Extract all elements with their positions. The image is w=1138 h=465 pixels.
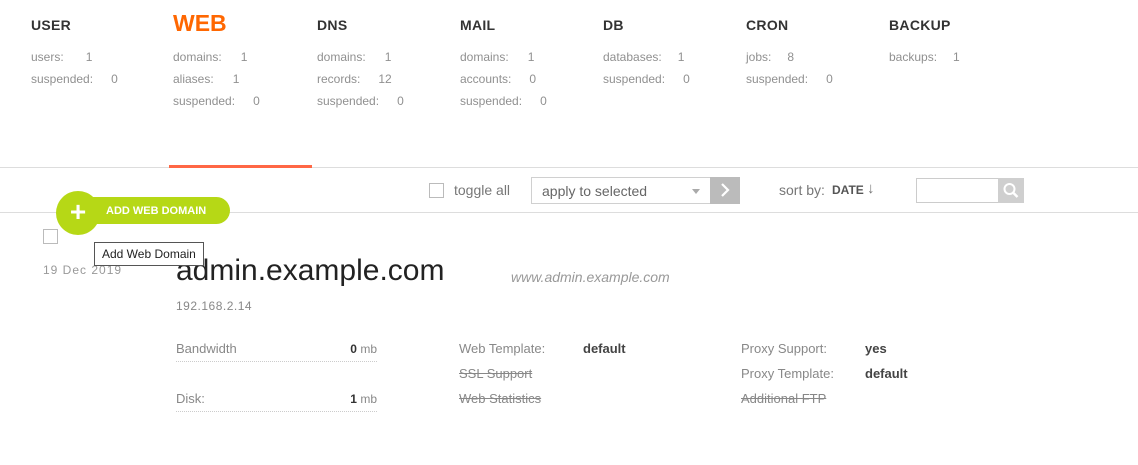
- bandwidth-metric: Bandwidth 0 mb: [176, 338, 377, 362]
- web-template-value: default: [583, 341, 626, 356]
- stats-title[interactable]: DB: [603, 17, 624, 33]
- stats-row: jobs: 8: [746, 50, 794, 64]
- stats-title[interactable]: WEB: [173, 10, 227, 37]
- additional-ftp-label: Additional FTP: [741, 391, 827, 406]
- apply-go-button[interactable]: [710, 177, 740, 204]
- proxy-support-value: yes: [865, 341, 887, 356]
- plus-icon[interactable]: +: [56, 191, 100, 235]
- add-web-domain-tooltip: Add Web Domain: [94, 242, 204, 266]
- stats-web[interactable]: WEB domains: 1 aliases: 1 suspended: 0: [169, 0, 313, 168]
- caret-down-icon: [692, 189, 700, 194]
- stats-row: suspended: 0: [460, 94, 547, 108]
- domain-alias: www.admin.example.com: [511, 269, 670, 285]
- add-web-domain-button[interactable]: + ADD WEB DOMAIN: [56, 191, 231, 235]
- stats-backup[interactable]: BACKUP backups: 1: [889, 0, 1029, 167]
- stats-label: suspended:: [317, 94, 380, 108]
- sort-by-label: sort by:: [779, 182, 825, 198]
- stats-row: domains: 1: [317, 50, 391, 64]
- stats-value: 1: [232, 72, 240, 86]
- stats-value: 1: [85, 50, 93, 64]
- stats-row: accounts: 0: [460, 72, 536, 86]
- stats-db[interactable]: DB databases: 1 suspended: 0: [603, 0, 743, 167]
- sort-by-value[interactable]: DATE: [832, 183, 864, 197]
- stats-title[interactable]: MAIL: [460, 17, 495, 33]
- stats-label: suspended:: [603, 72, 666, 86]
- stats-row: users: 1: [31, 50, 92, 64]
- stats-row: suspended: 0: [31, 72, 118, 86]
- stats-row: suspended: 0: [603, 72, 690, 86]
- web-statistics-label: Web Statistics: [459, 391, 542, 406]
- stats-value: 0: [826, 72, 833, 86]
- stats-label: jobs:: [746, 50, 772, 64]
- stats-value: 12: [378, 72, 392, 86]
- search-icon: [1003, 183, 1019, 198]
- stats-label: suspended:: [746, 72, 809, 86]
- stats-row: domains: 1: [173, 50, 247, 64]
- stats-title[interactable]: DNS: [317, 17, 347, 33]
- stats-title[interactable]: CRON: [746, 17, 788, 33]
- apply-to-selected-select[interactable]: apply to selected: [531, 177, 711, 204]
- stats-row: suspended: 0: [317, 94, 404, 108]
- stats-row: suspended: 0: [746, 72, 833, 86]
- stats-label: backups:: [889, 50, 938, 64]
- stats-value: 1: [527, 50, 535, 64]
- bandwidth-label: Bandwidth: [176, 341, 237, 356]
- stats-value: 0: [111, 72, 118, 86]
- proxy-support-label: Proxy Support:: [741, 341, 827, 356]
- disk-label: Disk:: [176, 391, 205, 406]
- stats-label: suspended:: [460, 94, 523, 108]
- stats-row: records: 12: [317, 72, 392, 86]
- add-web-domain-label[interactable]: ADD WEB DOMAIN: [106, 205, 206, 217]
- proxy-template-label: Proxy Template:: [741, 366, 834, 381]
- stats-value: 1: [953, 50, 960, 64]
- stats-title[interactable]: BACKUP: [889, 17, 951, 33]
- apply-to-selected-value: apply to selected: [542, 183, 648, 199]
- disk-metric: Disk: 1 mb: [176, 388, 377, 412]
- stats-cron[interactable]: CRON jobs: 8 suspended: 0: [746, 0, 886, 167]
- ssl-support-label: SSL Support: [459, 366, 533, 381]
- domain-select-checkbox[interactable]: [43, 229, 58, 244]
- stats-label: suspended:: [31, 72, 94, 86]
- bandwidth-value: 0 mb: [350, 342, 377, 356]
- stats-value: 0: [683, 72, 690, 86]
- domain-ip: 192.168.2.14: [176, 299, 253, 313]
- stats-value: 0: [529, 72, 537, 86]
- stats-title[interactable]: USER: [31, 17, 71, 33]
- stats-user[interactable]: USER users: 1 suspended: 0: [31, 0, 171, 167]
- domain-name[interactable]: admin.example.com: [176, 254, 444, 288]
- stats-value: 1: [240, 50, 248, 64]
- stats-value: 8: [787, 50, 795, 64]
- stats-label: records:: [317, 72, 361, 86]
- stats-row: suspended: 0: [173, 94, 260, 108]
- stats-panel: USER users: 1 suspended: 0 WEB domains: 1 a…: [0, 0, 1138, 168]
- stats-row: databases: 1: [603, 50, 684, 64]
- sort-direction-icon[interactable]: ↓: [867, 180, 875, 197]
- stats-value: 0: [397, 94, 404, 108]
- stats-label: domains:: [317, 50, 366, 64]
- stats-dns[interactable]: DNS domains: 1 records: 12 suspended: 0: [317, 0, 457, 167]
- stats-label: users:: [31, 50, 64, 64]
- stats-label: accounts:: [460, 72, 512, 86]
- search-button[interactable]: [998, 178, 1024, 203]
- stats-label: databases:: [603, 50, 662, 64]
- stats-value: 0: [253, 94, 260, 108]
- disk-value: 1 mb: [350, 392, 377, 406]
- stats-row: domains: 1: [460, 50, 534, 64]
- search-input[interactable]: [916, 178, 999, 203]
- stats-label: domains:: [173, 50, 222, 64]
- stats-value: 1: [384, 50, 392, 64]
- stats-label: domains:: [460, 50, 509, 64]
- stats-value: 1: [677, 50, 685, 64]
- toggle-all-checkbox[interactable]: [429, 183, 444, 198]
- web-template-label: Web Template:: [459, 341, 546, 356]
- stats-value: 0: [540, 94, 547, 108]
- stats-mail[interactable]: MAIL domains: 1 accounts: 0 suspended: 0: [460, 0, 600, 167]
- proxy-template-value: default: [865, 366, 908, 381]
- stats-label: aliases:: [173, 72, 214, 86]
- stats-label: suspended:: [173, 94, 236, 108]
- stats-row: aliases: 1: [173, 72, 239, 86]
- chevron-right-icon: [721, 183, 730, 197]
- toggle-all-label[interactable]: toggle all: [454, 182, 510, 198]
- stats-row: backups: 1: [889, 50, 960, 64]
